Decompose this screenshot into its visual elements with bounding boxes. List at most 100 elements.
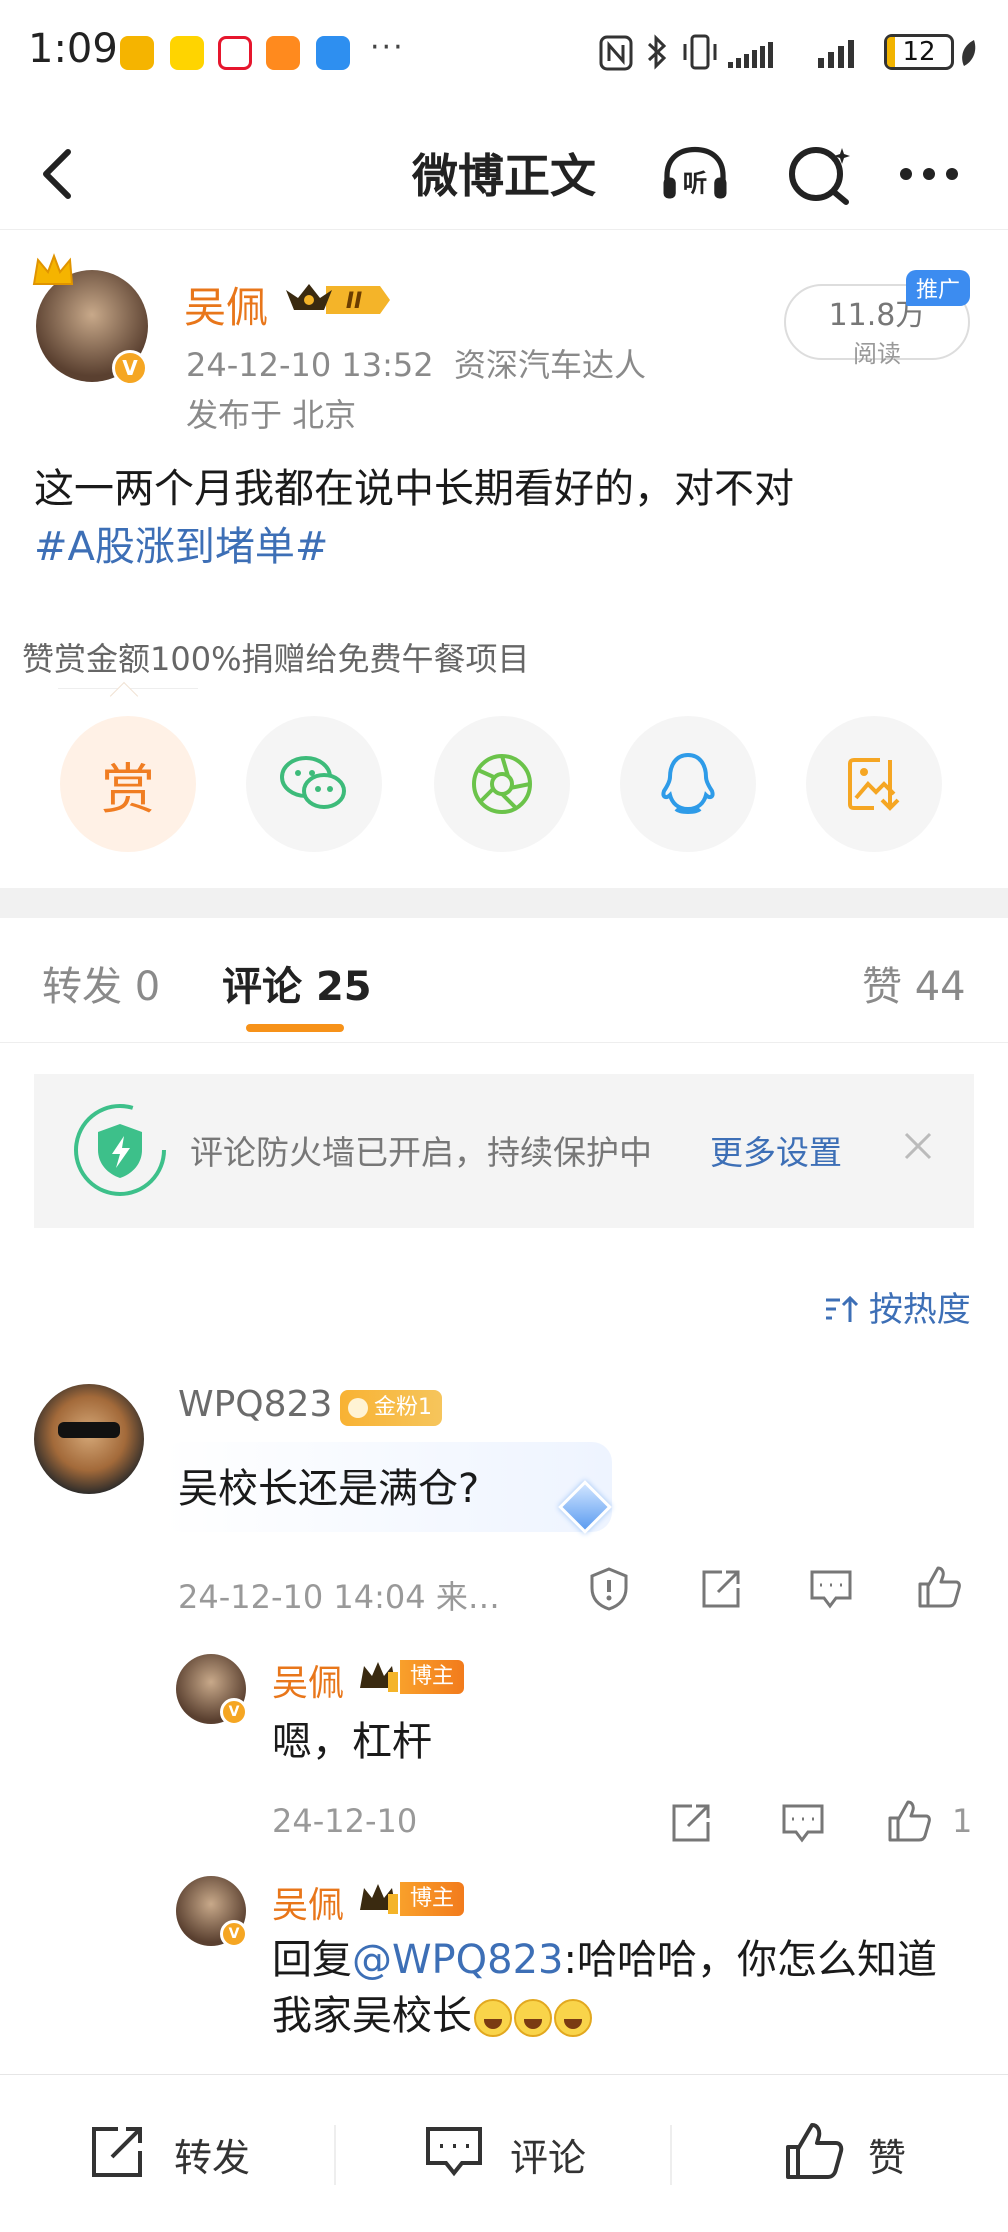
battery-indicator: 12 [884, 34, 954, 70]
share-wechat-button[interactable] [246, 716, 382, 852]
host-badge: 博主 [400, 1882, 465, 1916]
more-options-icon[interactable] [894, 142, 964, 206]
like-button[interactable]: 赞 [868, 2127, 906, 2182]
tab-likes-label: 赞 [862, 964, 902, 1010]
post-location: 发布于 北京 [186, 396, 357, 434]
promote-badge[interactable]: 推广 [906, 270, 971, 306]
qq-penguin-icon [661, 752, 715, 814]
share-icon[interactable] [668, 1800, 714, 1846]
firewall-settings-link[interactable]: 更多设置 [710, 1126, 842, 1174]
reply-author-name[interactable]: 吴佩 [272, 1654, 344, 1706]
section-gap [0, 888, 1008, 918]
battery-level: 12 [902, 37, 936, 67]
wechat-icon [280, 756, 346, 809]
reward-button[interactable]: 赏 [60, 716, 196, 852]
bottom-divider [334, 2125, 336, 2185]
vibrate-icon [683, 34, 717, 70]
comment-meta: 24-12-10 14:04 来… [178, 1578, 500, 1616]
crown-icon [32, 253, 74, 285]
game-app-icon [170, 36, 204, 70]
status-time: 1:09 [28, 26, 118, 72]
weibo-app-icon [218, 36, 252, 70]
post-body: 这一两个月我都在说中长期看好的，对不对 #A股涨到堵单# [34, 460, 974, 576]
level-badge-text: II [346, 289, 362, 314]
status-bar: 1:09 ··· 12 [0, 0, 1008, 110]
mention-link[interactable]: @WPQ823 [352, 1937, 564, 1983]
listen-label: 听 [683, 169, 708, 198]
tab-comments-label: 评论 [222, 964, 302, 1010]
close-icon[interactable] [900, 1128, 936, 1164]
active-tab-indicator [246, 1024, 344, 1032]
commenter-avatar[interactable] [34, 1384, 144, 1494]
shield-icon [74, 1104, 166, 1196]
message-app-icon [316, 36, 350, 70]
share-qq-button[interactable] [620, 716, 756, 852]
verified-badge-icon: V [112, 350, 148, 386]
reply-prefix: 回复 [272, 1937, 352, 1983]
signal-1-icon [728, 42, 773, 68]
comment-icon[interactable] [424, 2121, 484, 2181]
like-thumb-icon[interactable] [784, 2121, 844, 2181]
bottom-divider [670, 2125, 672, 2185]
reply-text: 回复@WPQ823:哈哈哈，你怎么知道 我家吴校长 [272, 1932, 992, 2044]
bottom-action-bar: 转发 评论 赞 [0, 2074, 1008, 2232]
like-icon[interactable] [886, 1798, 932, 1844]
post-time: 24-12-10 13:52 [186, 346, 434, 384]
fan-badge: 金粉1 [340, 1390, 442, 1426]
reply-text-line2: 我家吴校长 [272, 1993, 472, 2039]
reply-text-line1: :哈哈哈，你怎么知道 [563, 1937, 937, 1983]
reward-tip: 赞赏金额100%捐赠给免费午餐项目 [22, 640, 530, 678]
page-title: 微博正文 [412, 149, 596, 203]
like-icon[interactable] [916, 1564, 962, 1610]
report-icon[interactable] [586, 1566, 632, 1612]
share-moments-button[interactable] [434, 716, 570, 852]
save-image-button[interactable] [806, 716, 942, 852]
nfc-icon [599, 35, 633, 71]
laugh-cry-emoji-icon [514, 1999, 552, 2037]
post-meta: 24-12-10 13:52 资深汽车达人 [186, 340, 646, 386]
member-level-badge: II [286, 284, 390, 314]
comment-text: 吴校长还是满仓? [178, 1466, 480, 1512]
tab-repost[interactable]: 转发 0 [42, 954, 160, 1012]
tip-arrow [109, 681, 139, 711]
sort-by-hot-button[interactable]: 按热度 [824, 1282, 971, 1331]
verified-badge-icon: V [220, 1920, 248, 1948]
repost-button[interactable]: 转发 [174, 2127, 250, 2182]
read-label: 阅读 [853, 340, 901, 368]
commenter-name[interactable]: WPQ823 [178, 1384, 332, 1425]
bluetooth-icon [647, 34, 667, 70]
crown-icon [360, 1662, 398, 1692]
repost-icon[interactable] [88, 2121, 148, 2181]
leaf-icon [962, 40, 976, 66]
crown-icon [360, 1884, 398, 1914]
more-notifications-icon: ··· [370, 30, 405, 65]
reply-author-name[interactable]: 吴佩 [272, 1876, 344, 1928]
tab-repost-count: 0 [134, 964, 161, 1010]
notes-app-icon [266, 36, 300, 70]
post-hashtag[interactable]: #A股涨到堵单# [34, 518, 974, 576]
mail-app-icon [120, 36, 154, 70]
reply-text: 嗯，杠杆 [272, 1719, 432, 1765]
verified-badge-icon: V [220, 1698, 248, 1726]
comment-button[interactable]: 评论 [510, 2127, 586, 2182]
firewall-text: 评论防火墙已开启，持续保护中 [190, 1133, 652, 1172]
laugh-cry-emoji-icon [474, 1999, 512, 2037]
comment-firewall-banner: 评论防火墙已开启，持续保护中 更多设置 [34, 1074, 974, 1228]
search-sparkle-icon[interactable] [786, 142, 856, 206]
tab-comments-count: 25 [315, 964, 372, 1010]
share-icon[interactable] [698, 1566, 744, 1612]
reply-icon[interactable] [780, 1800, 826, 1846]
host-badge: 博主 [400, 1660, 465, 1694]
tab-repost-label: 转发 [42, 964, 122, 1010]
reward-char: 赏 [101, 757, 155, 821]
listen-headphones-icon[interactable]: 听 [660, 142, 730, 206]
author-name[interactable]: 吴佩 [184, 274, 268, 335]
save-image-icon [848, 758, 900, 811]
camera-aperture-icon [472, 754, 532, 814]
tab-comments[interactable]: 评论 25 [222, 954, 372, 1012]
post-source: 资深汽车达人 [453, 346, 646, 384]
reply-icon[interactable] [808, 1566, 854, 1612]
tab-likes[interactable]: 赞 44 [862, 954, 966, 1012]
sort-label: 按热度 [868, 1290, 971, 1330]
reply-meta: 24-12-10 [272, 1802, 418, 1840]
